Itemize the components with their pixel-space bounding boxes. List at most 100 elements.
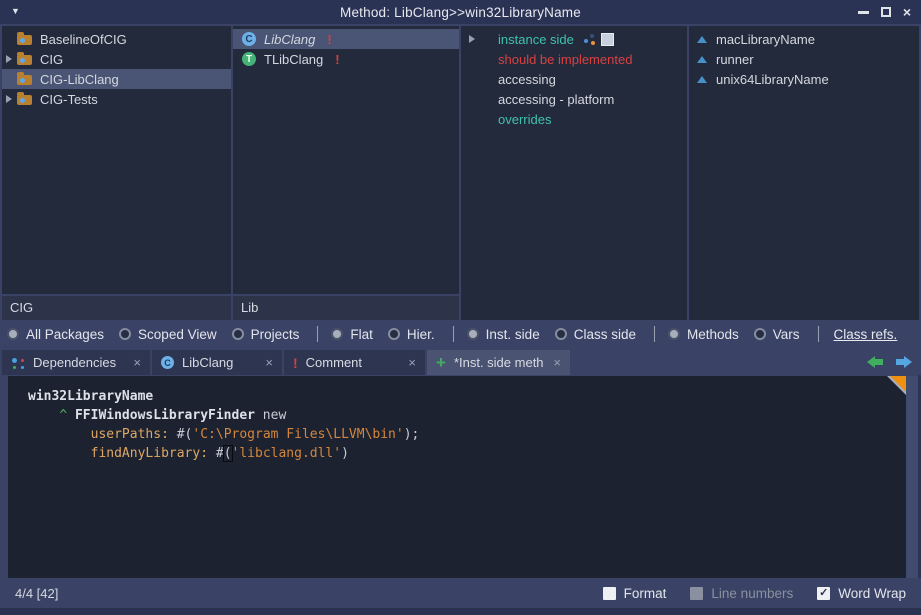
tab-label: LibClang — [182, 355, 233, 370]
package-label: CIG — [40, 52, 63, 67]
status-bar: 4/4 [42] FormatLine numbers✓Word Wrap — [0, 578, 921, 608]
radio-label: Class side — [574, 327, 636, 342]
toggle-format[interactable]: Format — [603, 586, 667, 601]
tab-inst-side-meth[interactable]: +*Inst. side meth× — [427, 350, 570, 375]
tab-close-icon[interactable]: × — [408, 355, 416, 370]
protocol-label: should be implemented — [498, 52, 632, 67]
class-item-libclang[interactable]: CLibClang! — [233, 29, 459, 49]
back-arrow-icon[interactable] — [867, 355, 884, 369]
expander-icon[interactable] — [6, 95, 12, 103]
method-item-unix64libraryname[interactable]: unix64LibraryName — [689, 69, 919, 89]
packages-panel: BaselineOfCIG CIG CIG-LibClang CIG-Tests CI… — [2, 26, 231, 320]
radio-dot-icon — [232, 328, 244, 340]
code-token: findAnyLibrary: — [91, 446, 208, 461]
minimize-button[interactable] — [858, 11, 869, 14]
classes-list: CLibClang!TTLibClang! — [233, 26, 459, 294]
protocol-item-accessing-platform[interactable]: accessing - platform — [461, 89, 687, 109]
classes-filter-input[interactable]: Lib — [233, 296, 459, 320]
radio-dot-icon — [119, 328, 131, 340]
radio-label: Scoped View — [138, 327, 217, 342]
method-label: macLibraryName — [716, 32, 815, 47]
toggle-line-numbers[interactable]: Line numbers — [690, 586, 793, 601]
method-dots-icon — [583, 33, 596, 46]
checkbox-icon — [690, 587, 703, 600]
code-line: win32LibraryName — [28, 387, 906, 406]
protocol-item-instance-side[interactable]: instance side — [461, 29, 687, 49]
code-token: new — [255, 408, 286, 423]
package-label: CIG-LibClang — [40, 72, 119, 87]
class-label: LibClang — [264, 32, 315, 47]
packages-filter-input[interactable]: CIG — [2, 296, 231, 320]
package-folder-icon — [17, 35, 32, 45]
method-item-maclibraryname[interactable]: macLibraryName — [689, 29, 919, 49]
override-arrow-icon — [697, 56, 707, 63]
code-token — [28, 408, 59, 423]
window-title: Method: LibClang>>win32LibraryName — [0, 5, 921, 20]
toolbar-separator — [453, 326, 454, 342]
code-token: ); — [404, 427, 420, 442]
maximize-button[interactable] — [881, 7, 891, 17]
code-token: 'libclang.dll' — [232, 446, 342, 461]
code-editor[interactable]: win32LibraryName ^ FFIWindowsLibraryFind… — [8, 376, 906, 578]
toggle-word-wrap[interactable]: ✓Word Wrap — [817, 586, 906, 601]
radio-dot-icon — [331, 328, 343, 340]
protocol-label: instance side — [498, 32, 574, 47]
title-bar: ▼ Method: LibClang>>win32LibraryName × — [0, 0, 921, 24]
protocol-item-should-be-implemented[interactable]: should be implemented — [461, 49, 687, 69]
radio-class-side[interactable]: Class side — [555, 327, 636, 342]
checkbox-icon — [601, 33, 614, 46]
package-item-cig-tests[interactable]: CIG-Tests — [2, 89, 231, 109]
code-token: 'C:\Program Files\LLVM\bin' — [192, 427, 403, 442]
radio-label: Flat — [350, 327, 373, 342]
protocol-label: overrides — [498, 112, 551, 127]
editor-area: win32LibraryName ^ FFIWindowsLibraryFind… — [0, 375, 921, 578]
radio-hier[interactable]: Hier. — [388, 327, 435, 342]
radio-vars[interactable]: Vars — [754, 327, 800, 342]
tab-dependencies[interactable]: Dependencies× — [2, 350, 150, 375]
radio-dot-icon — [7, 328, 19, 340]
override-arrow-icon — [697, 76, 707, 83]
class-refs-link[interactable]: Class refs. — [834, 327, 898, 342]
tab-close-icon[interactable]: × — [133, 355, 141, 370]
expander-icon[interactable] — [6, 55, 12, 63]
radio-dot-icon — [388, 328, 400, 340]
code-token: ^ — [59, 408, 67, 423]
code-line: userPaths: #('C:\Program Files\LLVM\bin'… — [28, 425, 906, 444]
class-icon: C — [242, 32, 256, 46]
tab-libclang[interactable]: CLibClang× — [152, 350, 282, 375]
code-token: # — [208, 446, 224, 461]
class-item-tlibclang[interactable]: TTLibClang! — [233, 49, 459, 69]
radio-label: All Packages — [26, 327, 104, 342]
protocol-item-accessing[interactable]: accessing — [461, 69, 687, 89]
radio-inst-side[interactable]: Inst. side — [467, 327, 540, 342]
editor-scrollbar[interactable] — [906, 376, 918, 578]
protocol-label: accessing — [498, 72, 556, 87]
close-button[interactable]: × — [903, 5, 911, 19]
radio-projects[interactable]: Projects — [232, 327, 300, 342]
protocol-item-overrides[interactable]: overrides — [461, 109, 687, 129]
tab-comment[interactable]: !Comment× — [284, 350, 425, 375]
code-token: userPaths: — [91, 427, 169, 442]
toggle-label: Format — [624, 586, 667, 601]
forward-arrow-icon[interactable] — [895, 355, 912, 369]
radio-label: Projects — [251, 327, 300, 342]
plus-icon: + — [436, 354, 446, 371]
radio-flat[interactable]: Flat — [331, 327, 373, 342]
radio-scoped-view[interactable]: Scoped View — [119, 327, 217, 342]
radio-methods[interactable]: Methods — [668, 327, 739, 342]
package-item-cig[interactable]: CIG — [2, 49, 231, 69]
radio-label: Vars — [773, 327, 800, 342]
tab-close-icon[interactable]: × — [265, 355, 273, 370]
expander-icon[interactable] — [469, 35, 475, 43]
radio-all-packages[interactable]: All Packages — [7, 327, 104, 342]
method-item-runner[interactable]: runner — [689, 49, 919, 69]
protocol-label: accessing - platform — [498, 92, 614, 107]
tab-label: Comment — [306, 355, 362, 370]
code-token: win32LibraryName — [28, 389, 153, 404]
package-item-cig-libclang[interactable]: CIG-LibClang — [2, 69, 231, 89]
tab-close-icon[interactable]: × — [553, 355, 561, 370]
package-item-baselineofcig[interactable]: BaselineOfCIG — [2, 29, 231, 49]
unsaved-changes-corner-icon — [890, 376, 906, 392]
toolbar-separator — [317, 326, 318, 342]
radio-dot-icon — [754, 328, 766, 340]
